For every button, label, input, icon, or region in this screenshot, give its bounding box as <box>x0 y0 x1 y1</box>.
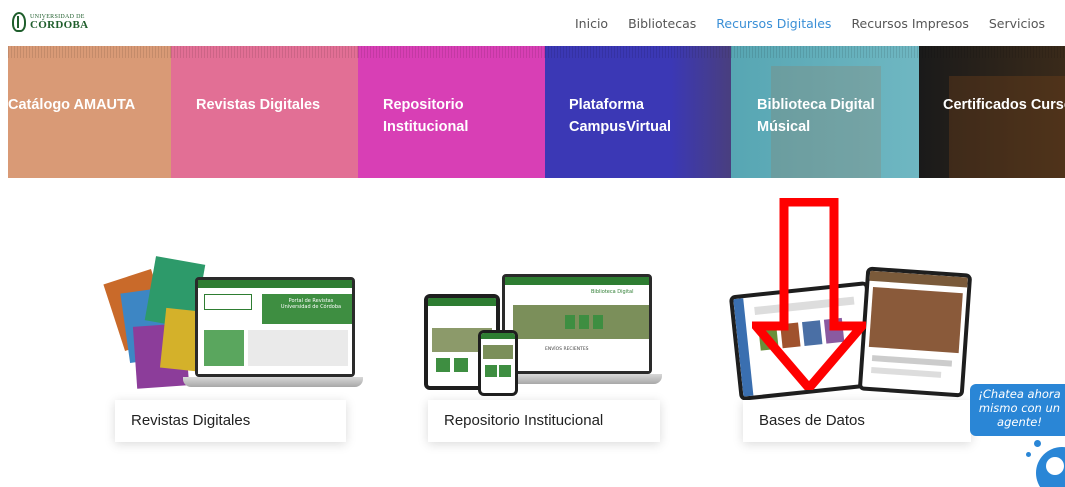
card-bases-de-datos[interactable]: Bases de Datos <box>743 400 971 442</box>
tile-certificados-cursos[interactable]: Certificados Curso <box>919 46 1065 178</box>
tile-label: Biblioteca Digital Músical <box>757 97 875 135</box>
site-header: UNIVERSIDAD DE CÓRDOBA Inicio Biblioteca… <box>0 0 1065 46</box>
screen-envios-recientes: ENVÍOS RECIENTES <box>545 347 589 352</box>
tile-label: Repositorio Institucional <box>383 97 469 135</box>
card-revistas-digitales[interactable]: Revistas Digitales <box>115 400 346 442</box>
tile-label: Certificados Curso <box>943 97 1065 113</box>
tile-label: Plataforma CampusVirtual <box>569 97 672 135</box>
tile-catalogo-amauta[interactable]: Catálogo AMAUTA <box>8 46 171 178</box>
chat-invite-bubble[interactable]: ¡Chatea ahora mismo con un agente! <box>970 384 1065 436</box>
tile-label: Revistas Digitales <box>196 97 321 113</box>
main-nav: Inicio Bibliotecas Recursos Digitales Re… <box>575 16 1045 31</box>
nav-item-bibliotecas[interactable]: Bibliotecas <box>628 16 696 31</box>
tile-revistas-digitales[interactable]: Revistas Digitales <box>171 46 358 178</box>
nav-item-servicios[interactable]: Servicios <box>989 16 1045 31</box>
logo-big-text: CÓRDOBA <box>30 18 89 31</box>
nav-item-recursos-digitales[interactable]: Recursos Digitales <box>716 16 831 31</box>
resource-tiles: Catálogo AMAUTA Revistas Digitales Repos… <box>8 46 1065 178</box>
screen-portal-subtitle: Universidad de Córdoba <box>280 304 342 310</box>
repositorio-illustration[interactable]: Biblioteca Digital ENVÍOS RECIENTES <box>418 272 668 402</box>
university-logo[interactable]: UNIVERSIDAD DE CÓRDOBA <box>12 12 88 32</box>
revistas-illustration[interactable]: Portal de Revistas Universidad de Córdob… <box>103 255 363 405</box>
logo-shield-icon <box>12 12 26 32</box>
card-repositorio-institucional[interactable]: Repositorio Institucional <box>428 400 660 442</box>
chat-dot-icon <box>1034 440 1041 447</box>
nav-item-recursos-impresos[interactable]: Recursos Impresos <box>851 16 968 31</box>
tile-repositorio-institucional[interactable]: Repositorio Institucional <box>358 46 545 178</box>
screen-biblioteca-digital: Biblioteca Digital <box>591 289 634 295</box>
tile-label: Catálogo AMAUTA <box>8 97 136 113</box>
nav-item-inicio[interactable]: Inicio <box>575 16 608 31</box>
red-down-arrow-annotation <box>752 198 866 390</box>
tile-plataforma-campusvirtual[interactable]: Plataforma CampusVirtual <box>545 46 731 178</box>
chat-dot-icon <box>1026 452 1031 457</box>
tile-biblioteca-digital-musical[interactable]: Biblioteca Digital Músical <box>731 46 919 178</box>
chat-launcher-icon[interactable] <box>1036 447 1065 487</box>
